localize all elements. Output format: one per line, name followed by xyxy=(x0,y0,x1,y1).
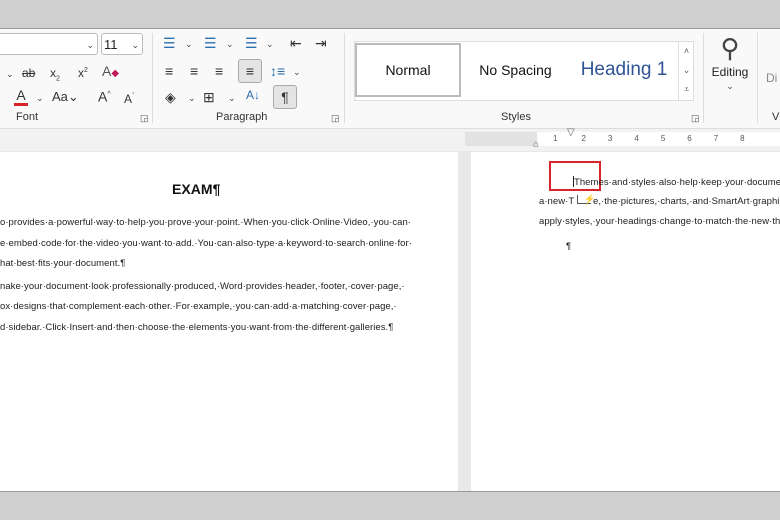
change-case-icon[interactable]: Aa⌄ xyxy=(52,89,79,105)
styles-scroll[interactable]: ˄ ⌄ ⩡ xyxy=(678,42,694,100)
line-spacing-icon[interactable]: ↕≡ xyxy=(270,63,285,79)
dialog-launcher-icon[interactable]: ◲ xyxy=(331,113,340,124)
align-right-icon[interactable]: ≡ xyxy=(215,63,223,79)
paragraph-line: nake·your·document·look·professionally·p… xyxy=(0,281,405,292)
style-normal[interactable]: Normal xyxy=(355,43,461,97)
chevron-down-icon: ⌄ xyxy=(86,40,94,50)
paragraph-line: e·embed·code·for·the·video·you·want·to·a… xyxy=(0,238,412,249)
superscript-icon[interactable]: x2 xyxy=(78,63,88,81)
first-line-indent-marker[interactable]: ▽ xyxy=(567,127,575,138)
ribbon: ⌄ 11 ⌄ ⌄ ab x2 x2 A◆ A ⌄ Aa⌄ A^ Aˇ Font ◲… xyxy=(0,29,780,129)
clear-formatting-icon[interactable]: A◆ xyxy=(102,63,119,82)
paragraph-line: apply·styles,·your·headings·change·to·ma… xyxy=(539,216,780,227)
grow-font-icon[interactable]: A^ xyxy=(98,87,111,105)
bullets-icon[interactable]: ☰ xyxy=(163,35,176,51)
multilevel-list-icon[interactable]: ☰ xyxy=(245,35,258,51)
search-icon: ⚲ xyxy=(720,33,740,63)
style-no-spacing[interactable]: No Spacing xyxy=(463,43,568,97)
styles-group-label: Styles xyxy=(501,111,531,123)
horizontal-ruler[interactable]: 12345678 ▽ ⌂ xyxy=(0,127,780,151)
pilcrow: ¶ xyxy=(566,241,572,252)
sort-icon[interactable]: A↓ xyxy=(246,87,260,103)
show-formatting-icon[interactable]: ¶ xyxy=(273,85,297,109)
shading-icon[interactable]: ◈ xyxy=(165,89,176,105)
decrease-indent-icon[interactable]: ⇤ xyxy=(290,35,302,51)
subscript-icon[interactable]: x2 xyxy=(50,65,60,87)
dialog-launcher-icon[interactable]: ◲ xyxy=(691,113,700,124)
right-page[interactable]: Themes·and·styles·also·help·keep·your·do… xyxy=(471,152,780,491)
left-page[interactable]: EXAM¶ o·provides·a·powerful·way·to·help·… xyxy=(0,152,458,491)
paragraph-line: e,·the·pictures,·charts,·and·SmartArt·gr… xyxy=(593,196,780,207)
paragraph-line: d·sidebar.·Click·Insert·and·then·choose·… xyxy=(0,322,394,333)
chevron-down-icon[interactable]: ⌄ xyxy=(36,93,44,104)
align-center-icon[interactable]: ≡ xyxy=(190,63,198,79)
justify-icon[interactable]: ≡ xyxy=(238,59,262,83)
chevron-down-icon[interactable]: ⌄ xyxy=(6,69,14,80)
style-heading-1[interactable]: Heading 1 xyxy=(570,43,678,97)
borders-icon[interactable]: ⊞ xyxy=(203,89,215,105)
paragraph-line: o·provides·a·powerful·way·to·help·you·pr… xyxy=(0,217,412,228)
paragraph-line: Themes·and·styles·also·help·keep·your·do… xyxy=(574,177,780,188)
paragraph-group-label: Paragraph xyxy=(216,111,268,123)
document-title: EXAM¶ xyxy=(172,181,221,197)
paragraph-line: hat·best·fits·your·document.¶ xyxy=(0,258,126,269)
editing-button[interactable]: ⚲ Editing ⌄ xyxy=(708,33,752,101)
font-color-icon[interactable]: A xyxy=(14,87,28,106)
hanging-indent-marker[interactable]: ⌂ xyxy=(533,139,539,150)
autocorrect-options-icon[interactable]: ⚡ xyxy=(577,195,595,204)
increase-indent-icon[interactable]: ⇥ xyxy=(315,35,327,51)
strikethrough-icon[interactable]: ab xyxy=(22,65,35,81)
font-group-label: Font xyxy=(16,111,39,123)
paragraph-line: ox·designs·that·complement·each·other.·F… xyxy=(0,301,397,312)
shrink-font-icon[interactable]: Aˇ xyxy=(124,89,134,107)
word-window: ⌄ 11 ⌄ ⌄ ab x2 x2 A◆ A ⌄ Aa⌄ A^ Aˇ Font ◲… xyxy=(0,28,780,492)
chevron-down-icon: ⌄ xyxy=(131,40,139,50)
numbering-icon[interactable]: ☰ xyxy=(204,35,217,51)
paragraph-line: a·new·T xyxy=(539,196,575,207)
font-name-box[interactable]: ⌄ xyxy=(0,33,98,55)
dialog-launcher-icon[interactable]: ◲ xyxy=(140,113,149,124)
font-size-box[interactable]: 11 ⌄ xyxy=(101,33,143,55)
align-left-icon[interactable]: ≡ xyxy=(165,63,173,79)
